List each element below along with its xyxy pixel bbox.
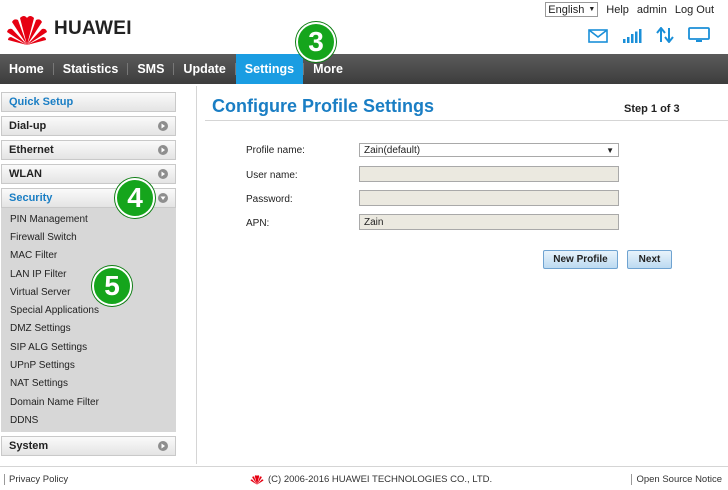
submenu-item-pin-management[interactable]: PIN Management <box>1 210 176 228</box>
huawei-petal-logo-icon <box>250 475 264 485</box>
title-divider <box>205 120 728 121</box>
mail-icon[interactable] <box>588 29 608 43</box>
sidebar-item-dialup[interactable]: Dial-up <box>1 116 176 136</box>
user-name-field[interactable] <box>359 166 619 182</box>
chevron-right-icon <box>158 121 168 131</box>
sidebar-item-system[interactable]: System <box>1 435 176 456</box>
step-badge-4: 4 <box>115 178 155 218</box>
language-value: English <box>548 3 585 16</box>
top-links: English ▼ Help admin Log Out <box>545 2 714 17</box>
data-transfer-icon <box>656 27 674 43</box>
chevron-right-icon <box>158 169 168 179</box>
sidebar-item-label: System <box>9 439 49 452</box>
sidebar: Quick Setup Dial-up Ethernet WLAN Securi… <box>0 90 177 460</box>
nav-update[interactable]: Update <box>174 54 234 84</box>
device-connected-icon[interactable] <box>688 27 710 43</box>
submenu-item-mac-filter[interactable]: MAC Filter <box>1 247 176 265</box>
open-source-notice-link[interactable]: Open Source Notice <box>631 474 722 485</box>
sidebar-item-label: WLAN <box>9 168 42 180</box>
apn-label: APN: <box>246 218 270 229</box>
password-label: Password: <box>246 194 293 205</box>
user-link[interactable]: admin <box>637 4 667 16</box>
copyright-text: (C) 2006-2016 HUAWEI TECHNOLOGIES CO., L… <box>268 474 493 485</box>
submenu-item-upnp-settings[interactable]: UPnP Settings <box>1 356 176 374</box>
header: HUAWEI English ▼ Help admin Log Out <box>0 0 728 54</box>
submenu-item-domain-name-filter[interactable]: Domain Name Filter <box>1 393 176 411</box>
submenu-item-nat-settings[interactable]: NAT Settings <box>1 375 176 393</box>
submenu-item-dmz-settings[interactable]: DMZ Settings <box>1 320 176 338</box>
nav-statistics[interactable]: Statistics <box>54 54 128 84</box>
sidebar-item-wlan[interactable]: WLAN <box>1 164 176 184</box>
chevron-down-icon <box>158 193 168 203</box>
signal-strength-icon <box>623 29 642 43</box>
help-link[interactable]: Help <box>606 4 629 16</box>
submenu-item-ddns[interactable]: DDNS <box>1 411 176 429</box>
copyright: (C) 2006-2016 HUAWEI TECHNOLOGIES CO., L… <box>250 474 492 485</box>
status-icons <box>588 27 710 43</box>
profile-name-select[interactable]: Zain(default) ▼ <box>359 143 619 157</box>
brand-name: HUAWEI <box>54 18 132 39</box>
sidebar-item-label: Dial-up <box>9 120 47 132</box>
profile-name-value: Zain(default) <box>364 144 421 156</box>
chevron-down-icon: ▼ <box>606 145 614 155</box>
nav-sms[interactable]: SMS <box>128 54 173 84</box>
content-divider <box>196 86 197 464</box>
submenu-item-sip-alg-settings[interactable]: SIP ALG Settings <box>1 338 176 356</box>
sidebar-item-ethernet[interactable]: Ethernet <box>1 140 176 160</box>
sidebar-item-label: Security <box>9 192 53 204</box>
next-button[interactable]: Next <box>627 250 672 269</box>
submenu-item-lan-ip-filter[interactable]: LAN IP Filter <box>1 265 176 283</box>
sidebar-item-quick-setup[interactable]: Quick Setup <box>1 92 176 112</box>
password-field[interactable] <box>359 190 619 206</box>
page-title: Configure Profile Settings <box>212 96 435 116</box>
sidebar-item-label: Quick Setup <box>9 96 74 108</box>
submenu-item-special-applications[interactable]: Special Applications <box>1 301 176 319</box>
sidebar-item-label: Ethernet <box>9 144 54 156</box>
profile-name-label: Profile name: <box>246 145 305 156</box>
footer-divider <box>0 466 728 467</box>
new-profile-button[interactable]: New Profile <box>543 250 618 269</box>
privacy-policy-link[interactable]: Privacy Policy <box>4 474 68 485</box>
nav-settings[interactable]: Settings <box>235 54 304 84</box>
chevron-right-icon <box>158 440 168 451</box>
apn-field[interactable]: Zain <box>359 214 619 230</box>
language-select[interactable]: English ▼ <box>545 2 599 17</box>
main-nav: Home Statistics SMS Update Settings More <box>0 54 728 84</box>
submenu-item-virtual-server[interactable]: Virtual Server <box>1 283 176 301</box>
chevron-down-icon: ▼ <box>588 6 596 13</box>
step-badge-3: 3 <box>296 22 336 62</box>
nav-home[interactable]: Home <box>0 54 53 84</box>
chevron-right-icon <box>158 145 168 155</box>
huawei-petal-logo-icon <box>7 16 47 45</box>
step-badge-5: 5 <box>92 266 132 306</box>
router-admin-page: HUAWEI English ▼ Help admin Log Out Home… <box>0 0 728 490</box>
logout-link[interactable]: Log Out <box>675 4 714 16</box>
brand-logo[interactable]: HUAWEI <box>6 12 132 46</box>
submenu-item-firewall-switch[interactable]: Firewall Switch <box>1 228 176 246</box>
user-name-label: User name: <box>246 170 298 181</box>
step-indicator: Step 1 of 3 <box>624 103 680 115</box>
security-submenu: PIN Management Firewall Switch MAC Filte… <box>1 208 176 432</box>
footer: Privacy Policy (C) 2006-2016 HUAWEI TECH… <box>0 472 728 488</box>
